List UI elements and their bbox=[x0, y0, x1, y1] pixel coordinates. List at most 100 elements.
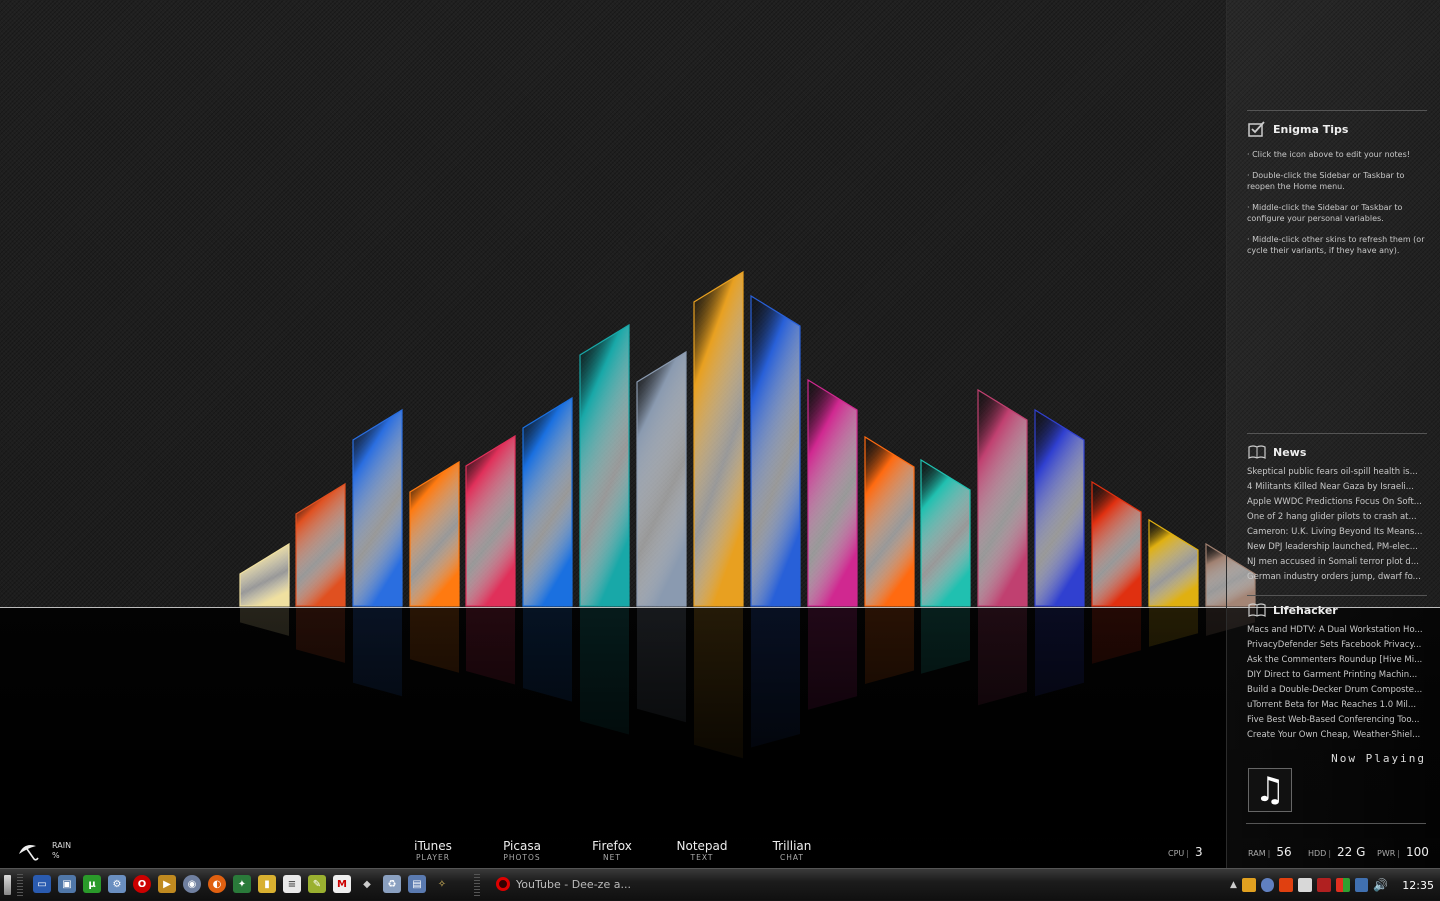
tray-flash-icon[interactable] bbox=[1279, 878, 1294, 892]
gmail-icon[interactable]: M bbox=[333, 875, 351, 893]
window-switcher-icon[interactable]: ▣ bbox=[58, 875, 76, 893]
taskbar-grip[interactable] bbox=[17, 874, 23, 896]
tip-line: · Click the icon above to edit your note… bbox=[1247, 150, 1410, 159]
tray-shield-icon[interactable] bbox=[1317, 878, 1331, 892]
folder-icon[interactable]: ▮ bbox=[258, 875, 276, 893]
lifehacker-item[interactable]: Ask the Commenters Roundup [Hive Mi... bbox=[1247, 653, 1425, 668]
lifehacker-item[interactable]: Macs and HDTV: A Dual Workstation Ho... bbox=[1247, 623, 1425, 638]
launcher-trillian[interactable]: Trillian CHAT bbox=[752, 839, 832, 862]
recycle-bin-icon[interactable]: ♻ bbox=[383, 875, 401, 893]
opera-icon[interactable]: O bbox=[133, 875, 151, 893]
sidebar[interactable]: Enigma Tips · Click the icon above to ed… bbox=[1226, 0, 1440, 868]
crystal-shard bbox=[352, 408, 403, 607]
ram-label: RAM bbox=[1248, 849, 1266, 858]
divider bbox=[1247, 110, 1427, 111]
clock[interactable]: 12:35 bbox=[1402, 879, 1434, 892]
crystal-shard bbox=[864, 435, 915, 607]
tray-windows-icon[interactable] bbox=[1335, 878, 1350, 892]
weather-unit: % bbox=[52, 851, 60, 860]
launcher-subtitle: PLAYER bbox=[416, 853, 450, 862]
firefox-icon[interactable]: ◐ bbox=[208, 875, 226, 893]
news-title: News bbox=[1273, 445, 1307, 459]
divider bbox=[1247, 433, 1427, 434]
crystal-shard bbox=[409, 460, 460, 607]
tip-line: · Middle-click the Sidebar or Taskbar to… bbox=[1247, 203, 1403, 223]
news-item[interactable]: Skeptical public fears oil-spill health … bbox=[1247, 465, 1425, 480]
checkbox-notes-icon[interactable] bbox=[1247, 120, 1267, 138]
launcher-subtitle: NET bbox=[603, 853, 621, 862]
taskbar[interactable]: ▭ ▣ µ ⚙ O ▶ ◉ ◐ ✦ ▮ ≡ ✎ M ◆ ♻ ▤ ✧ YouTub… bbox=[0, 868, 1440, 900]
book-icon[interactable] bbox=[1247, 602, 1267, 618]
crystal-shard bbox=[750, 294, 801, 607]
pwr-label: PWR bbox=[1377, 849, 1396, 858]
now-playing-panel: Now Playing ♫ bbox=[1246, 752, 1426, 824]
taskbar-grip[interactable] bbox=[474, 874, 480, 896]
crystal-shard bbox=[522, 396, 573, 607]
lifehacker-item[interactable]: Five Best Web-Based Conferencing Too... bbox=[1247, 713, 1425, 728]
enigma-tips-panel: Enigma Tips · Click the icon above to ed… bbox=[1247, 110, 1427, 256]
launcher-firefox[interactable]: Firefox NET bbox=[572, 839, 652, 862]
lifehacker-item[interactable]: Create Your Own Cheap, Weather-Shiel... bbox=[1247, 728, 1425, 743]
explorer-icon[interactable]: ▤ bbox=[408, 875, 426, 893]
task-button-youtube[interactable]: YouTube - Dee-ze a... bbox=[496, 872, 656, 896]
task-title: YouTube - Dee-ze a... bbox=[516, 877, 631, 891]
show-desktop-icon[interactable]: ▭ bbox=[33, 875, 51, 893]
launcher-picasa[interactable]: Picasa PHOTOS bbox=[482, 839, 562, 862]
hdd-stat: HDD | 22 G bbox=[1308, 845, 1366, 859]
crystal-shard bbox=[579, 323, 630, 607]
tools-icon[interactable]: ✎ bbox=[308, 875, 326, 893]
launcher-name: Firefox bbox=[592, 839, 632, 853]
game-icon[interactable]: ✦ bbox=[233, 875, 251, 893]
news-item[interactable]: New DPJ leadership launched, PM-elec... bbox=[1247, 540, 1425, 555]
umbrella-icon bbox=[19, 845, 39, 861]
launcher-name: iTunes bbox=[414, 839, 452, 853]
launcher-subtitle: PHOTOS bbox=[503, 853, 541, 862]
tray-expand-icon[interactable]: ▲ bbox=[1230, 880, 1237, 890]
horizon-line bbox=[0, 607, 1440, 608]
book-icon[interactable] bbox=[1247, 444, 1267, 460]
utorrent-icon[interactable]: µ bbox=[83, 875, 101, 893]
crystal-shard bbox=[1091, 480, 1142, 607]
network-globe-icon[interactable]: ◉ bbox=[183, 875, 201, 893]
music-note-icon[interactable]: ♫ bbox=[1248, 768, 1292, 812]
lifehacker-panel: Lifehacker Macs and HDTV: A Dual Worksta… bbox=[1247, 595, 1427, 743]
news-item[interactable]: Apple WWDC Predictions Focus On Soft... bbox=[1247, 495, 1425, 510]
news-item[interactable]: German industry orders jump, dwarf fo... bbox=[1247, 570, 1425, 585]
lifehacker-item[interactable]: uTorrent Beta for Mac Reaches 1.0 Mil... bbox=[1247, 698, 1425, 713]
news-item[interactable]: 4 Militants Killed Near Gaza by Israeli.… bbox=[1247, 480, 1425, 495]
lifehacker-item[interactable]: Build a Double-Decker Drum Composte... bbox=[1247, 683, 1425, 698]
news-item[interactable]: NJ men accused in Somali terror plot d..… bbox=[1247, 555, 1425, 570]
volume-icon[interactable]: 🔊 bbox=[1373, 878, 1388, 892]
system-tray: ▲ 🔊 12:35 bbox=[1230, 869, 1440, 901]
notepad-icon[interactable]: ≡ bbox=[283, 875, 301, 893]
network-icon[interactable] bbox=[1354, 878, 1369, 892]
tray-user-icon[interactable] bbox=[1260, 878, 1275, 892]
crystal-shard bbox=[1034, 408, 1085, 607]
magic-wand-icon[interactable]: ✧ bbox=[433, 875, 451, 893]
launcher-subtitle: CHAT bbox=[779, 853, 804, 862]
tray-app-icon[interactable] bbox=[1241, 878, 1256, 892]
lifehacker-item[interactable]: DIY Direct to Garment Printing Machin... bbox=[1247, 668, 1425, 683]
launcher-notepad[interactable]: Notepad TEXT bbox=[662, 839, 742, 862]
news-item[interactable]: Cameron: U.K. Living Beyond Its Means... bbox=[1247, 525, 1425, 540]
crystal-shard bbox=[920, 458, 971, 607]
weather-widget[interactable]: RAIN % bbox=[16, 840, 71, 862]
crystal-shard bbox=[977, 388, 1028, 607]
tray-clock-icon[interactable] bbox=[1298, 878, 1312, 892]
pwr-stat: PWR | 100 bbox=[1377, 845, 1429, 859]
news-item[interactable]: One of 2 hang glider pilots to crash at.… bbox=[1247, 510, 1425, 525]
crystal-shard bbox=[636, 350, 687, 607]
start-button[interactable] bbox=[4, 875, 11, 895]
cpu-value: 3 bbox=[1194, 845, 1203, 859]
lifehacker-item[interactable]: PrivacyDefender Sets Facebook Privacy... bbox=[1247, 638, 1425, 653]
launcher-itunes[interactable]: iTunes PLAYER bbox=[393, 839, 473, 862]
media-player-icon[interactable]: ▶ bbox=[158, 875, 176, 893]
ram-stat: RAM | 56 bbox=[1248, 845, 1292, 859]
news-list: Skeptical public fears oil-spill health … bbox=[1247, 465, 1427, 585]
news-panel: News Skeptical public fears oil-spill he… bbox=[1247, 433, 1427, 585]
crystal-shard bbox=[239, 542, 290, 607]
droplet-icon[interactable]: ◆ bbox=[358, 875, 376, 893]
now-playing-label: Now Playing bbox=[1331, 752, 1426, 765]
weather-condition: RAIN bbox=[52, 841, 72, 850]
control-panel-icon[interactable]: ⚙ bbox=[108, 875, 126, 893]
